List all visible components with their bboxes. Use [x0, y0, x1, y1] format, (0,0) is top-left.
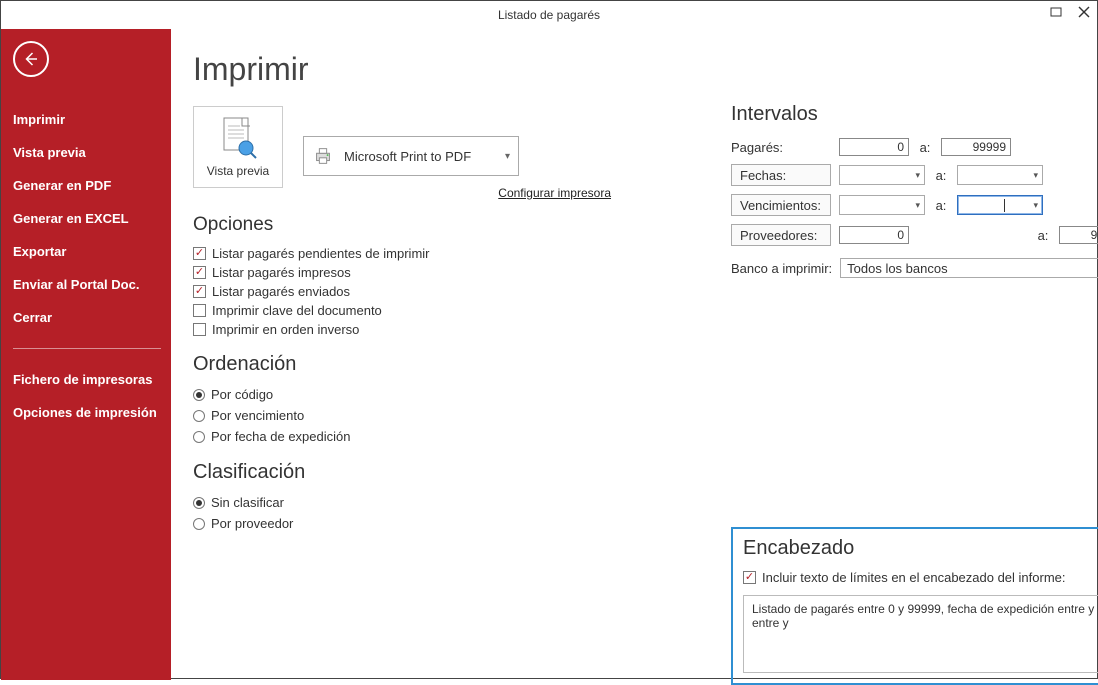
opcion-checkbox[interactable] — [193, 266, 206, 279]
encabezado-heading: Encabezado — [743, 537, 1098, 560]
opcion-label: Imprimir clave del documento — [212, 303, 382, 318]
pagares-from-input[interactable]: 0 — [839, 138, 909, 156]
fechas-from-input[interactable]: ▾ — [839, 165, 925, 185]
opcion-checkbox[interactable] — [193, 285, 206, 298]
ordenacion-row: Por vencimiento — [193, 405, 1085, 426]
a-separator: a: — [1035, 228, 1051, 243]
sidebar-separator — [13, 348, 161, 349]
pagares-to-input[interactable]: 99999 — [941, 138, 1011, 156]
incluir-texto-checkbox[interactable] — [743, 571, 756, 584]
opcion-label: Imprimir en orden inverso — [212, 322, 359, 337]
document-preview-icon — [218, 116, 258, 160]
ordenacion-radio[interactable] — [193, 431, 205, 443]
fechas-button[interactable]: Fechas: — [731, 164, 831, 186]
sidebar-item-generar-pdf[interactable]: Generar en PDF — [13, 169, 161, 202]
fechas-to-input[interactable]: ▾ — [957, 165, 1043, 185]
clasificacion-row: Sin clasificar — [193, 492, 1085, 513]
ordenacion-label: Por fecha de expedición — [211, 429, 350, 444]
banco-select[interactable]: Todos los bancos ▾ — [840, 258, 1098, 278]
opcion-label: Listar pagarés enviados — [212, 284, 350, 299]
page-title: Imprimir — [193, 51, 1085, 88]
back-button[interactable] — [13, 41, 49, 77]
intervalos-heading: Intervalos — [731, 103, 1098, 126]
incluir-texto-label: Incluir texto de límites en el encabezad… — [762, 570, 1066, 585]
sidebar-item-enviar-portal[interactable]: Enviar al Portal Doc. — [13, 268, 161, 301]
sidebar-item-cerrar[interactable]: Cerrar — [13, 301, 161, 334]
vencimientos-from-input[interactable]: ▾ — [839, 195, 925, 215]
main-panel: Imprimir Vista previa — [171, 29, 1097, 680]
title-bar: Listado de pagarés — [1, 1, 1097, 29]
sidebar-item-imprimir[interactable]: Imprimir — [13, 103, 161, 136]
proveedores-to-input[interactable]: 99999 — [1059, 226, 1098, 244]
printer-select[interactable]: Microsoft Print to PDF ▾ — [303, 136, 519, 176]
close-icon[interactable] — [1077, 5, 1091, 19]
a-separator: a: — [933, 168, 949, 183]
encabezado-text: Listado de pagarés entre 0 y 99999, fech… — [752, 602, 1098, 630]
proveedores-button[interactable]: Proveedores: — [731, 224, 831, 246]
ordenacion-radio[interactable] — [193, 389, 205, 401]
ordenacion-row: Por código — [193, 384, 1085, 405]
clasificacion-label: Por proveedor — [211, 516, 293, 531]
opcion-checkbox[interactable] — [193, 247, 206, 260]
window-title: Listado de pagarés — [498, 8, 600, 22]
clasificacion-radio[interactable] — [193, 497, 205, 509]
configurar-impresora-link[interactable]: Configurar impresora — [303, 186, 611, 200]
ordenacion-row: Por fecha de expedición — [193, 426, 1085, 447]
vista-previa-button[interactable]: Vista previa — [193, 106, 283, 188]
encabezado-textarea[interactable]: Listado de pagarés entre 0 y 99999, fech… — [743, 595, 1098, 673]
clasificacion-radio[interactable] — [193, 518, 205, 530]
opcion-row: Imprimir en orden inverso — [193, 320, 1085, 339]
opcion-checkbox[interactable] — [193, 323, 206, 336]
sidebar-item-generar-excel[interactable]: Generar en EXCEL — [13, 202, 161, 235]
a-separator: a: — [917, 140, 933, 155]
opcion-checkbox[interactable] — [193, 304, 206, 317]
chevron-down-icon: ▾ — [505, 151, 510, 162]
sidebar-item-fichero-impresoras[interactable]: Fichero de impresoras — [13, 363, 161, 396]
vista-previa-label: Vista previa — [207, 164, 269, 178]
proveedores-from-input[interactable]: 0 — [839, 226, 909, 244]
pagares-label: Pagarés: — [731, 140, 831, 155]
ordenacion-label: Por vencimiento — [211, 408, 304, 423]
printer-icon — [312, 145, 334, 167]
sidebar-item-exportar[interactable]: Exportar — [13, 235, 161, 268]
a-separator: a: — [933, 198, 949, 213]
vencimientos-to-input[interactable]: ▾ — [957, 195, 1043, 215]
chevron-down-icon: ▾ — [1033, 170, 1038, 181]
vencimientos-button[interactable]: Vencimientos: — [731, 194, 831, 216]
clasificacion-heading: Clasificación — [193, 461, 1085, 484]
maximize-icon[interactable] — [1049, 5, 1063, 19]
opcion-label: Listar pagarés pendientes de imprimir — [212, 246, 430, 261]
chevron-down-icon: ▾ — [915, 200, 920, 211]
sidebar-item-vista-previa[interactable]: Vista previa — [13, 136, 161, 169]
ordenacion-heading: Ordenación — [193, 353, 1085, 376]
ordenacion-radio[interactable] — [193, 410, 205, 422]
banco-label: Banco a imprimir: — [731, 261, 832, 276]
sidebar-item-opciones-impresion[interactable]: Opciones de impresión — [13, 396, 161, 429]
clasificacion-label: Sin clasificar — [211, 495, 284, 510]
chevron-down-icon: ▾ — [1033, 200, 1038, 211]
sidebar: Imprimir Vista previa Generar en PDF Gen… — [1, 29, 171, 680]
banco-value: Todos los bancos — [847, 261, 947, 276]
opcion-row: Listar pagarés enviados — [193, 282, 1085, 301]
printer-name: Microsoft Print to PDF — [344, 149, 471, 164]
opcion-label: Listar pagarés impresos — [212, 265, 351, 280]
opcion-row: Imprimir clave del documento — [193, 301, 1085, 320]
ordenacion-label: Por código — [211, 387, 273, 402]
chevron-down-icon: ▾ — [915, 170, 920, 181]
encabezado-panel: Encabezado Incluir texto de límites en e… — [731, 527, 1098, 685]
